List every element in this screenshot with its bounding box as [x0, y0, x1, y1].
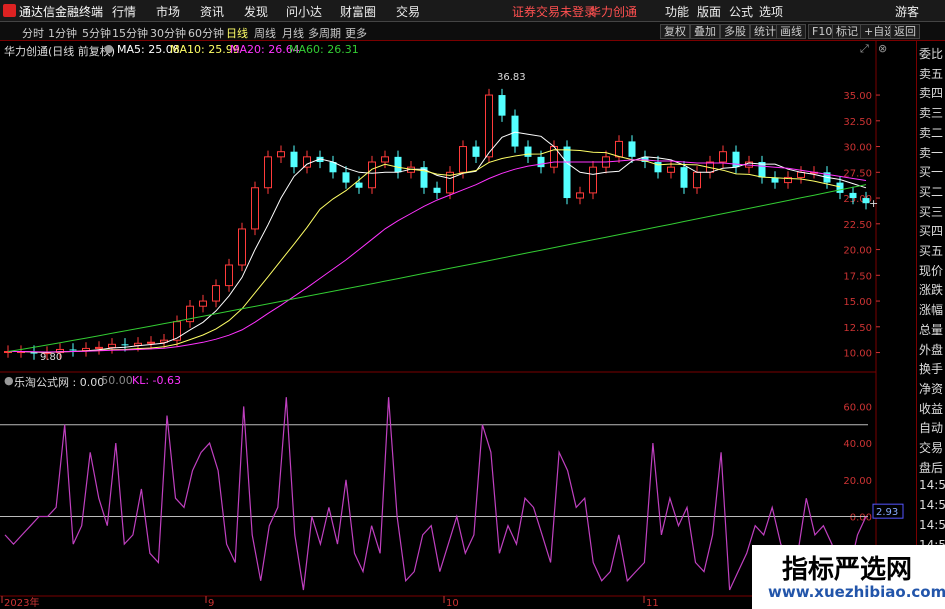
candle: [121, 344, 129, 346]
side-label-13: 涨幅: [919, 303, 944, 318]
side-label-17: 净资: [919, 381, 944, 396]
side-label-4: 卖二: [919, 125, 944, 140]
candle: [147, 341, 155, 344]
price-tick-2: 30.00: [843, 143, 872, 154]
candle: [394, 156, 402, 173]
side-label-2: 卖四: [919, 86, 944, 101]
side-label-21: 盘后: [919, 460, 944, 475]
ind-tick-3: 0.00: [850, 513, 872, 524]
side-label-16: 换手: [919, 362, 944, 377]
side-label-0: 委比: [919, 47, 944, 61]
side-label-8: 买三: [919, 204, 944, 219]
candle: [485, 94, 493, 158]
candle: [472, 146, 480, 157]
side-label-18: 收益: [919, 401, 944, 416]
high-label: 36.83: [497, 72, 526, 83]
ind-tick-1: 40.00: [843, 439, 872, 450]
price-tick-10: 10.00: [843, 349, 872, 360]
candle: [732, 151, 740, 168]
candle: [251, 187, 259, 230]
candle: [433, 187, 441, 193]
price-tick-6: 20.00: [843, 246, 872, 257]
candle: [576, 192, 584, 199]
candle: [212, 285, 220, 302]
candle: [563, 146, 571, 199]
candle: [368, 161, 376, 189]
candle: [238, 228, 246, 266]
side-label-11: 现价: [919, 263, 944, 278]
candle: [342, 172, 350, 183]
price-tick-7: 17.50: [843, 271, 872, 282]
candle: [719, 151, 727, 163]
candle: [498, 95, 506, 116]
side-label-9: 买四: [919, 224, 944, 239]
candle: [108, 343, 116, 348]
price-tick-8: 15.00: [843, 297, 872, 308]
candle: [381, 156, 389, 163]
side-label-14: 总量: [919, 322, 944, 337]
side-label-3: 卖三: [919, 106, 944, 121]
candle: [589, 166, 597, 194]
candle: [693, 171, 701, 189]
candle: [173, 321, 181, 341]
ind-tick-0: 60.00: [843, 402, 872, 413]
crosshair-icon: +: [869, 197, 878, 210]
candle: [290, 151, 298, 168]
side-label-23: 14:56: [919, 498, 945, 513]
ind-tick-2: 20.00: [843, 476, 872, 487]
side-label-10: 买五: [919, 244, 944, 258]
side-label-22: 14:56: [919, 478, 945, 493]
price-tick-1: 32.50: [843, 117, 872, 128]
candle: [667, 166, 675, 173]
price-tick-5: 22.50: [843, 220, 872, 231]
candle: [95, 346, 103, 349]
low-label: 9.80: [40, 352, 62, 363]
candle: [69, 349, 77, 351]
candle: [680, 167, 688, 188]
kline-chart[interactable]: 35.0032.5030.0027.5025.0022.5020.0017.50…: [0, 0, 916, 609]
side-label-12: 涨跌: [919, 283, 944, 298]
current-value: 2.93: [876, 507, 898, 518]
ma60-line: [7, 184, 867, 352]
date-label-1: 9: [208, 598, 214, 609]
candle: [264, 156, 272, 189]
candle: [277, 151, 285, 158]
candle: [355, 182, 363, 188]
candle: [654, 162, 662, 173]
candle: [615, 140, 623, 158]
candle: [225, 264, 233, 287]
price-tick-9: 12.50: [843, 323, 872, 334]
watermark: 指标严选网 www.xuezhibiao.com: [752, 545, 945, 609]
candle: [459, 146, 467, 173]
watermark-url: www.xuezhibiao.com: [768, 583, 945, 601]
candle: [134, 342, 142, 346]
indicator-line: [4, 397, 867, 591]
candle: [628, 141, 636, 157]
candle: [303, 156, 311, 168]
side-label-7: 买二: [919, 184, 944, 199]
side-label-6: 买一: [919, 165, 944, 180]
candle: [511, 115, 519, 147]
price-tick-0: 35.00: [843, 91, 872, 102]
side-label-5: 卖一: [919, 145, 944, 160]
side-label-24: 14:56: [919, 517, 945, 532]
candle: [199, 300, 207, 307]
date-label-0: 2023年: [4, 596, 39, 609]
date-label-3: 11: [646, 598, 659, 609]
date-label-2: 10: [446, 598, 459, 609]
candle: [836, 182, 844, 193]
candle: [849, 192, 857, 199]
side-label-20: 交易: [919, 441, 944, 455]
watermark-title: 指标严选网: [782, 555, 913, 585]
candle: [524, 146, 532, 157]
side-label-15: 外盘: [919, 342, 944, 357]
side-label-1: 卖五: [919, 66, 944, 81]
candle: [537, 156, 545, 168]
quote-side-panel: 委比卖五卖四卖三卖二卖一买一买二买三买四买五现价涨跌涨幅总量外盘换手净资收益自动…: [916, 41, 945, 609]
side-label-19: 自动: [919, 421, 944, 436]
